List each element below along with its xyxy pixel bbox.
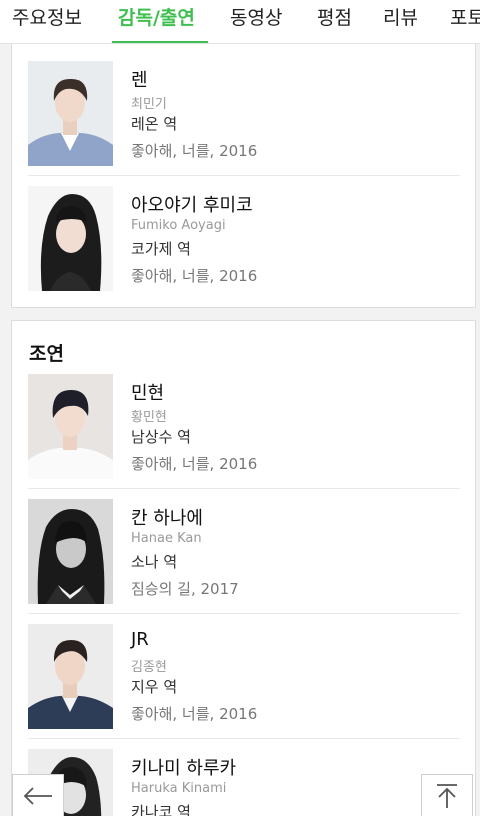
actor-work: 좋아해, 너를, 2016 <box>131 267 258 285</box>
cast-item-ren[interactable]: 렌 최민기 레온 역 좋아해, 너를, 2016 <box>28 61 460 176</box>
actor-role: 레온 역 <box>131 115 178 133</box>
scroll-to-top-button[interactable] <box>421 774 473 816</box>
back-button[interactable] <box>12 774 64 816</box>
actor-role: 카나코 역 <box>131 803 191 816</box>
actor-role: 소나 역 <box>131 553 178 571</box>
actor-work: 좋아해, 너를, 2016 <box>131 142 258 160</box>
actor-original-name: 황민현 <box>131 410 167 425</box>
tab-photos[interactable]: 포토 <box>450 4 480 43</box>
actor-original-name: Fumiko Aoyagi <box>131 218 226 233</box>
actor-work: 좋아해, 너를, 2016 <box>131 705 258 723</box>
divider <box>28 175 460 176</box>
actor-role: 남상수 역 <box>131 428 191 446</box>
divider <box>28 613 460 614</box>
actor-photo <box>28 186 113 291</box>
actor-original-name: 김종현 <box>131 660 167 675</box>
actor-name: 아오야기 후미코 <box>131 195 253 216</box>
actor-name: 렌 <box>131 70 148 91</box>
tab-bar: 주요정보 감독/출연 동영상 평점 리뷰 포토 <box>0 0 480 44</box>
actor-name: 민현 <box>131 383 165 404</box>
section-title: 조연 <box>29 343 64 365</box>
cast-item-fumiko-aoyagi[interactable]: 아오야기 후미코 Fumiko Aoyagi 코가제 역 좋아해, 너를, 20… <box>28 186 460 291</box>
arrow-left-icon <box>23 787 52 805</box>
actor-original-name: Hanae Kan <box>131 531 202 546</box>
actor-photo <box>28 61 113 166</box>
tab-videos[interactable]: 동영상 <box>230 4 282 43</box>
actor-photo <box>28 499 113 604</box>
tab-reviews[interactable]: 리뷰 <box>383 4 418 43</box>
cast-item-minhyun[interactable]: 민현 황민현 남상수 역 좋아해, 너를, 2016 <box>28 374 460 489</box>
cast-item-haruka-kinami[interactable]: 키나미 하루카 Haruka Kinami 카나코 역 <box>28 749 460 816</box>
supporting-cast-card: 조연 민현 황민현 남상수 역 좋아해, 너를, 2016 칸 하나에 Hana… <box>11 320 476 816</box>
actor-name: 키나미 하루카 <box>131 758 237 779</box>
divider <box>28 488 460 489</box>
actor-original-name: 최민기 <box>131 97 167 112</box>
arrow-up-to-top-icon <box>437 784 457 808</box>
actor-name: JR <box>131 629 149 650</box>
actor-name: 칸 하나에 <box>131 508 203 529</box>
tab-main-info[interactable]: 주요정보 <box>12 4 82 43</box>
actor-role: 지우 역 <box>131 678 178 696</box>
actor-original-name: Haruka Kinami <box>131 781 227 796</box>
cast-item-jr[interactable]: JR 김종현 지우 역 좋아해, 너를, 2016 <box>28 624 460 739</box>
cast-item-hanae-kan[interactable]: 칸 하나에 Hanae Kan 소나 역 짐승의 길, 2017 <box>28 499 460 614</box>
tab-ratings[interactable]: 평점 <box>317 4 352 43</box>
divider <box>28 738 460 739</box>
lead-cast-card: 렌 최민기 레온 역 좋아해, 너를, 2016 아오야기 후미코 Fumiko… <box>11 44 476 308</box>
actor-work: 좋아해, 너를, 2016 <box>131 455 258 473</box>
tab-cast[interactable]: 감독/출연 <box>118 4 195 43</box>
active-tab-indicator <box>112 41 208 43</box>
actor-role: 코가제 역 <box>131 240 191 258</box>
actor-photo <box>28 624 113 729</box>
actor-photo <box>28 374 113 479</box>
actor-work: 짐승의 길, 2017 <box>131 580 239 598</box>
